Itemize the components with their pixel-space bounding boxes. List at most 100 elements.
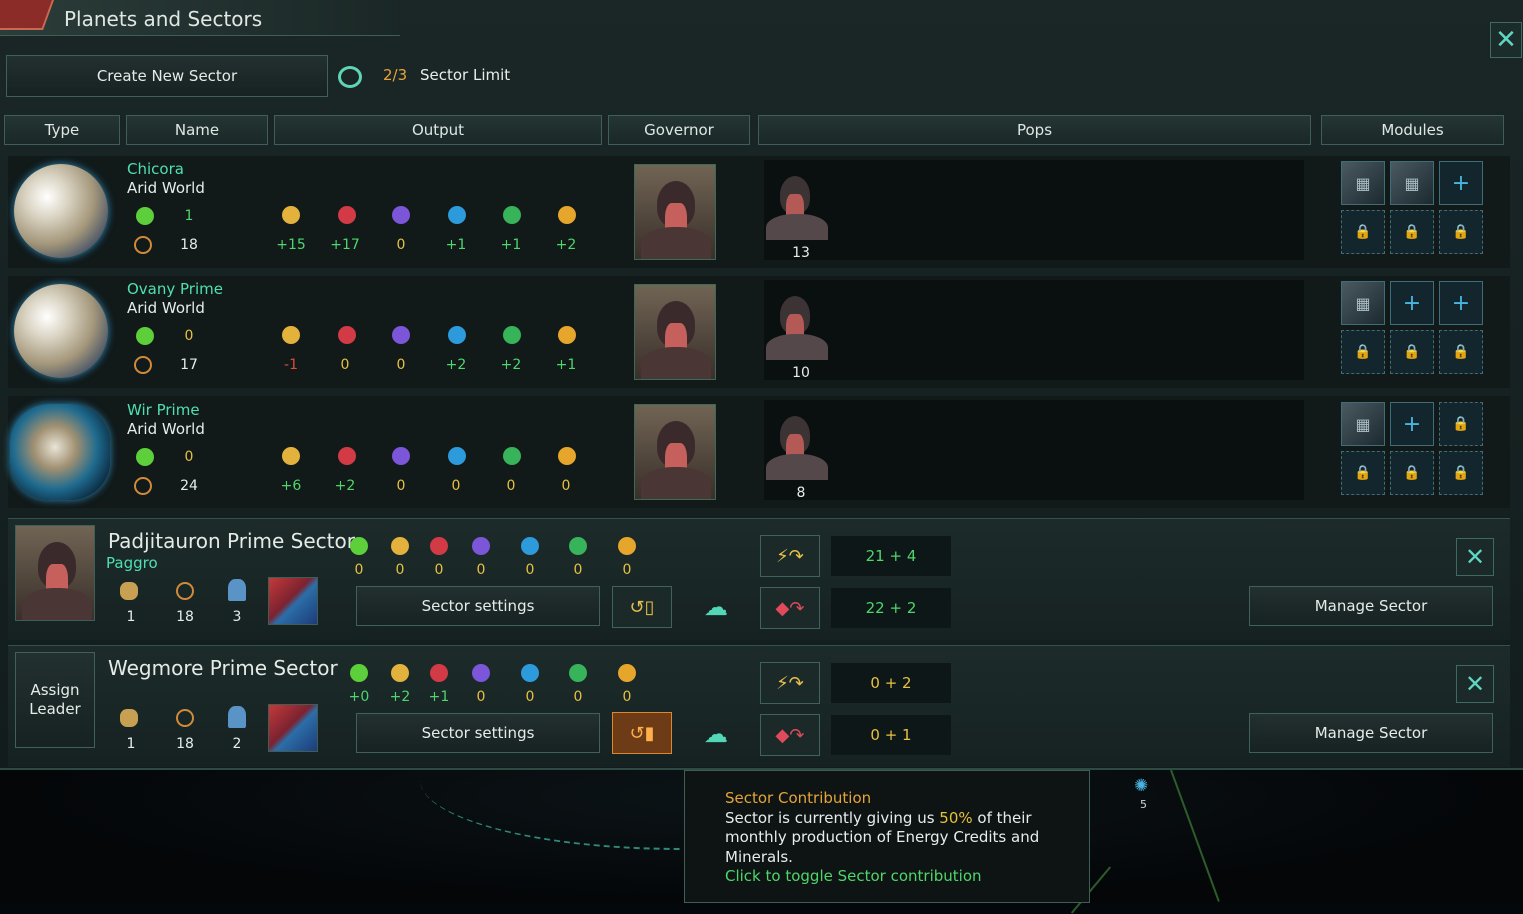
contribution-toggle-icon[interactable]: ↺▮ bbox=[612, 712, 672, 754]
pops-panel bbox=[764, 280, 1304, 380]
pop-icon[interactable] bbox=[764, 168, 830, 240]
sector-settings-button[interactable]: Sector settings bbox=[356, 586, 600, 626]
empire-emblem-icon bbox=[0, 0, 57, 30]
pop-icon[interactable] bbox=[764, 408, 830, 480]
engineering-output: +1 bbox=[555, 357, 577, 373]
module-slot-lock-icon: 🔒 bbox=[1439, 451, 1483, 495]
society-icon bbox=[503, 447, 521, 465]
disband-sector-close-icon[interactable]: ✕ bbox=[1456, 538, 1494, 576]
window-title: Planets and Sectors bbox=[64, 7, 263, 31]
sector-leader-name[interactable]: Paggro bbox=[106, 554, 158, 572]
governor-portrait[interactable] bbox=[634, 284, 716, 380]
pop-icon bbox=[228, 706, 246, 728]
column-header-type[interactable]: Type bbox=[4, 115, 120, 145]
planet-row[interactable]: Ovany Prime Arid World 0 17 -1 0 0 +2 +2… bbox=[8, 276, 1510, 388]
stability-value: 24 bbox=[180, 478, 198, 494]
column-header-name[interactable]: Name bbox=[126, 115, 268, 145]
module-built[interactable]: ▦ bbox=[1341, 161, 1385, 205]
planet-class: Arid World bbox=[127, 179, 205, 197]
society-output: 0 bbox=[573, 689, 583, 705]
manage-sector-button[interactable]: Manage Sector bbox=[1249, 713, 1493, 753]
add-module-plus-icon[interactable]: + bbox=[1439, 281, 1483, 325]
influence-output: 0 bbox=[476, 689, 486, 705]
physics-icon bbox=[448, 326, 466, 344]
physics-output: +2 bbox=[445, 357, 467, 373]
sector-planet-count: 1 bbox=[126, 609, 136, 625]
food-icon bbox=[136, 327, 154, 345]
physics-output: 0 bbox=[525, 562, 535, 578]
minerals-icon bbox=[338, 326, 356, 344]
engineering-icon bbox=[618, 664, 636, 682]
manage-sector-button[interactable]: Manage Sector bbox=[1249, 586, 1493, 626]
food-value: 0 bbox=[184, 449, 194, 465]
add-module-plus-icon[interactable]: + bbox=[1390, 281, 1434, 325]
sector-mood-icon: ☁ bbox=[704, 720, 728, 748]
influence-output: 0 bbox=[396, 357, 406, 373]
column-header-governor[interactable]: Governor bbox=[608, 115, 750, 145]
energy-output: 0 bbox=[395, 562, 405, 578]
pop-icon[interactable] bbox=[764, 288, 830, 360]
energy-transfer-icon[interactable]: ⚡↷ bbox=[760, 662, 820, 704]
planet-name[interactable]: Chicora bbox=[127, 160, 184, 178]
column-header-modules[interactable]: Modules bbox=[1321, 115, 1504, 145]
create-new-sector-button[interactable]: Create New Sector bbox=[6, 55, 328, 97]
disband-sector-close-icon[interactable]: ✕ bbox=[1456, 665, 1494, 703]
food-value: 0 bbox=[184, 328, 194, 344]
assign-leader-button[interactable]: Assign Leader bbox=[15, 652, 95, 748]
society-output: +1 bbox=[500, 237, 522, 253]
influence-output: 0 bbox=[396, 478, 406, 494]
food-icon bbox=[350, 537, 368, 555]
module-built[interactable]: ▦ bbox=[1341, 281, 1385, 325]
minerals-output: 0 bbox=[434, 562, 444, 578]
engineering-output: 0 bbox=[622, 562, 632, 578]
society-output: +2 bbox=[500, 357, 522, 373]
column-header-output[interactable]: Output bbox=[274, 115, 602, 145]
planet-row[interactable]: Wir Prime Arid World 0 24 +6 +2 0 0 0 0 … bbox=[8, 396, 1510, 508]
physics-output: 0 bbox=[525, 689, 535, 705]
minerals-transfer-icon[interactable]: ◆↷ bbox=[760, 587, 820, 629]
close-window-button[interactable]: ✕ bbox=[1490, 22, 1522, 58]
energy-output: +15 bbox=[276, 237, 306, 253]
energy-icon bbox=[391, 664, 409, 682]
module-slot-lock-icon: 🔒 bbox=[1439, 210, 1483, 254]
planet-row[interactable]: Chicora Arid World 1 18 +15 +17 0 +1 +1 … bbox=[8, 156, 1510, 268]
module-built[interactable]: ▦ bbox=[1390, 161, 1434, 205]
module-slot-lock-icon: 🔒 bbox=[1390, 210, 1434, 254]
minerals-icon bbox=[430, 537, 448, 555]
planet-icon bbox=[10, 404, 110, 500]
physics-icon bbox=[521, 664, 539, 682]
contribution-toggle-icon[interactable]: ↺▯ bbox=[612, 586, 672, 628]
stability-value: 17 bbox=[180, 357, 198, 373]
influence-output: 0 bbox=[476, 562, 486, 578]
sector-focus-icon[interactable] bbox=[268, 577, 318, 625]
sector-name: Wegmore Prime Sector bbox=[108, 656, 338, 680]
society-output: 0 bbox=[506, 478, 516, 494]
planet-name[interactable]: Wir Prime bbox=[127, 401, 200, 419]
planet-class: Arid World bbox=[127, 420, 205, 438]
add-module-plus-icon[interactable]: + bbox=[1390, 402, 1434, 446]
engineering-output: +2 bbox=[555, 237, 577, 253]
module-built[interactable]: ▦ bbox=[1341, 402, 1385, 446]
stability-icon bbox=[134, 356, 152, 374]
planet-count-icon bbox=[120, 582, 138, 600]
sector-settings-button[interactable]: Sector settings bbox=[356, 713, 600, 753]
sector-stability: 18 bbox=[176, 736, 194, 752]
energy-transfer-icon[interactable]: ⚡↷ bbox=[760, 535, 820, 577]
star-system-icon[interactable]: ✺ bbox=[1134, 776, 1148, 796]
minerals-transfer-icon[interactable]: ◆↷ bbox=[760, 714, 820, 756]
column-header-pops[interactable]: Pops bbox=[758, 115, 1311, 145]
influence-icon bbox=[472, 664, 490, 682]
sector-limit-label: Sector Limit bbox=[420, 66, 511, 84]
energy-icon bbox=[391, 537, 409, 555]
planet-name[interactable]: Ovany Prime bbox=[127, 280, 223, 298]
energy-icon bbox=[282, 326, 300, 344]
planet-icon bbox=[14, 284, 108, 378]
sector-focus-icon[interactable] bbox=[268, 704, 318, 752]
governor-portrait[interactable] bbox=[634, 404, 716, 500]
governor-portrait[interactable] bbox=[634, 164, 716, 260]
add-module-plus-icon[interactable]: + bbox=[1439, 161, 1483, 205]
sector-panel: Assign Leader Wegmore Prime Sector 1 18 … bbox=[8, 645, 1510, 767]
food-icon bbox=[136, 207, 154, 225]
engineering-output: 0 bbox=[561, 478, 571, 494]
sector-leader-portrait[interactable] bbox=[15, 525, 95, 621]
